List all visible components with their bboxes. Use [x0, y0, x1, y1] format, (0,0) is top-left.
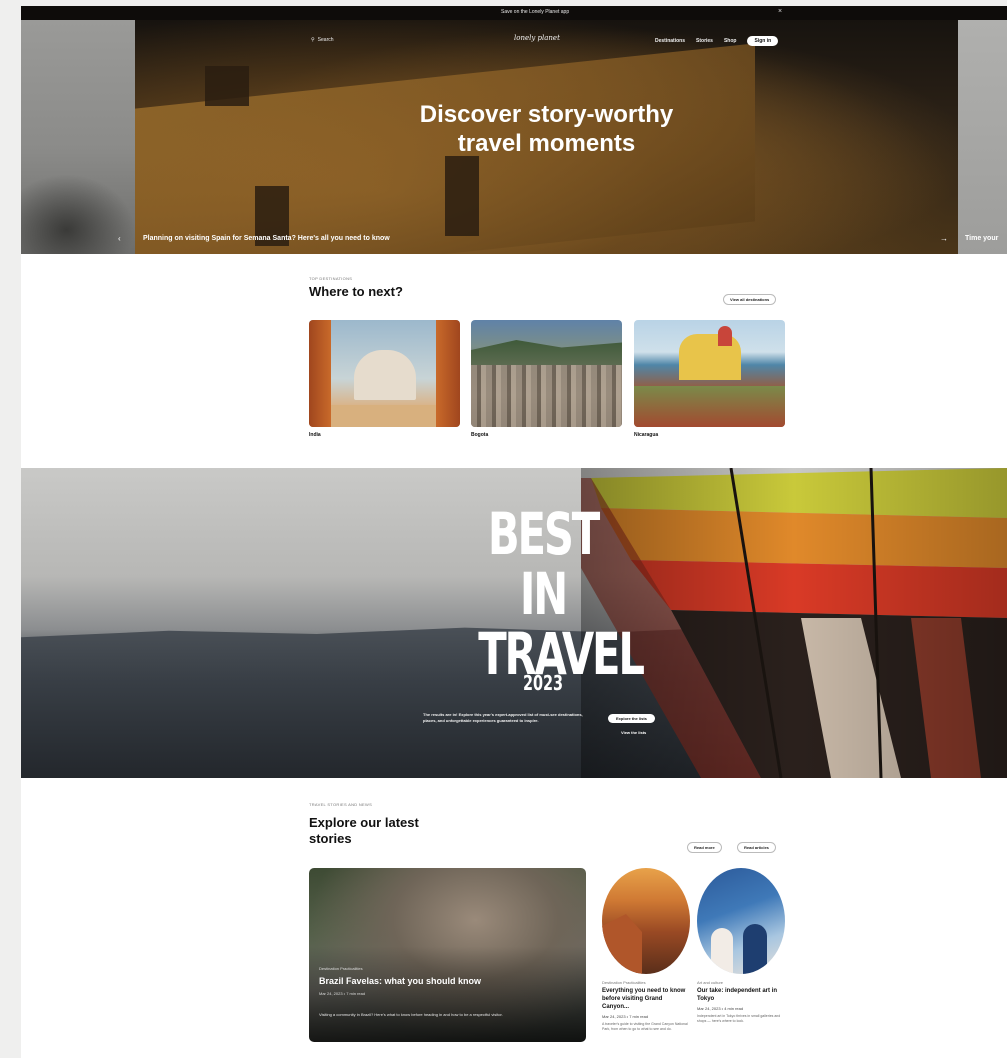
hero-next-caption[interactable]: Time your: [965, 235, 998, 242]
hero-next-slide-image[interactable]: [958, 20, 1007, 254]
story-card[interactable]: Art and culture Our take: independent ar…: [697, 868, 785, 1024]
nav-link-stories[interactable]: Stories: [696, 38, 713, 44]
story-date: Mar 24, 2023 • 7 min read: [319, 991, 366, 996]
best-in-travel-title-line: BEST IN: [487, 500, 600, 628]
destination-image: [309, 320, 460, 427]
hero-caption-link[interactable]: Planning on visiting Spain for Semana Sa…: [143, 235, 390, 242]
close-icon[interactable]: ×: [778, 8, 782, 15]
section-eyebrow: TRAVEL STORIES AND NEWS: [309, 802, 373, 807]
story-category: Destination Practicalities: [319, 966, 363, 971]
section-title: Where to next?: [309, 284, 403, 299]
read-articles-button[interactable]: Read articles: [737, 842, 776, 853]
hero-title-line: travel moments: [457, 130, 636, 157]
archway-right: [436, 320, 460, 427]
search-button[interactable]: ⚲ Search: [311, 37, 334, 43]
destination-image: [471, 320, 622, 427]
destination-image: [634, 320, 785, 427]
section-title-line: Explore our latest: [309, 815, 419, 830]
cathedral-dome: [718, 326, 732, 346]
story-category: Destination Practicalities: [602, 980, 646, 985]
explore-lists-button[interactable]: Explore the lists: [608, 714, 655, 723]
read-more-button[interactable]: Read more: [687, 842, 722, 853]
story-description: A traveler's guide to visiting the Grand…: [602, 1022, 688, 1031]
story-category: Art and culture: [697, 980, 724, 985]
hero-prev-slide-image[interactable]: [21, 20, 135, 254]
hero-title-line: Discover story-worthy: [419, 101, 674, 128]
search-icon: ⚲: [311, 37, 315, 43]
hillside: [471, 340, 622, 365]
story-title[interactable]: Brazil Favelas: what you should know: [319, 976, 481, 986]
page-frame: Save on the Lonely Planet app × ⚲ Search…: [21, 6, 1007, 1058]
where-to-next-section: TOP DESTINATIONS Where to next? View all…: [309, 276, 785, 438]
latest-stories-section: TRAVEL STORIES AND NEWS Explore our late…: [309, 802, 785, 1058]
promo-banner-text[interactable]: Save on the Lonely Planet app: [501, 9, 569, 15]
story-date: Mar 24, 2023 • 7 min read: [602, 1014, 649, 1019]
hero-title: Discover story-worthy travel moments: [135, 100, 958, 158]
section-title: Explore our latest stories: [309, 815, 459, 847]
nav-link-destinations[interactable]: Destinations: [655, 38, 685, 44]
main-nav: ⚲ Search lonely planet Destinations Stor…: [21, 32, 1007, 52]
destination-card-nicaragua[interactable]: Nicaragua: [634, 320, 785, 438]
best-in-travel-year: 2023: [522, 671, 564, 695]
story-title[interactable]: Our take: independent art in Tokyo: [697, 987, 785, 1003]
monument: [354, 350, 416, 400]
sign-in-button[interactable]: Sign in: [747, 36, 779, 46]
section-eyebrow: TOP DESTINATIONS: [309, 276, 353, 281]
arrow-right-icon[interactable]: →: [940, 234, 948, 243]
best-in-travel-description: The results are in! Explore this year's …: [423, 712, 583, 723]
featured-story-card[interactable]: Destination Practicalities Brazil Favela…: [309, 868, 586, 1042]
canyon-rock: [602, 914, 642, 974]
story-card[interactable]: Destination Practicalities Everything yo…: [602, 868, 690, 1032]
hero-carousel: Save on the Lonely Planet app × ⚲ Search…: [21, 6, 1007, 254]
promo-banner: Save on the Lonely Planet app ×: [21, 6, 1007, 20]
view-lists-link[interactable]: View the lists: [621, 730, 646, 735]
person: [743, 924, 767, 974]
destination-card-india[interactable]: India: [309, 320, 460, 438]
rooftops: [634, 386, 785, 427]
destination-label: Nicaragua: [634, 432, 659, 438]
story-image: [602, 868, 690, 974]
destination-label: Bogota: [471, 432, 489, 438]
logo[interactable]: lonely planet: [514, 34, 560, 42]
arrow-left-icon[interactable]: ‹: [118, 234, 121, 243]
nav-link-shop[interactable]: Shop: [724, 38, 737, 44]
destination-card-bogota[interactable]: Bogota: [471, 320, 622, 438]
search-label: Search: [317, 37, 334, 43]
archway-left: [309, 320, 331, 427]
destination-label: India: [309, 432, 321, 438]
section-title-line: stories: [309, 831, 352, 846]
story-title[interactable]: Everything you need to know before visit…: [602, 987, 690, 1011]
ground: [331, 405, 436, 427]
story-description: Independent art in Tokyo thrives in smal…: [697, 1014, 781, 1023]
best-in-travel-banner: BEST IN TRAVEL 2023 The results are in! …: [21, 468, 1007, 778]
story-description: Visiting a community in Brazil? Here's w…: [319, 1012, 503, 1017]
person: [711, 928, 733, 974]
story-date: Mar 24, 2023 • 4 min read: [697, 1006, 744, 1011]
nav-links: Destinations Stories Shop Sign in: [655, 36, 779, 46]
hero-window: [445, 156, 479, 236]
story-image: [697, 868, 785, 974]
city-buildings: [471, 365, 622, 427]
view-all-destinations-button[interactable]: View all destinations: [723, 294, 777, 305]
best-in-travel-title: BEST IN TRAVEL: [478, 500, 645, 684]
